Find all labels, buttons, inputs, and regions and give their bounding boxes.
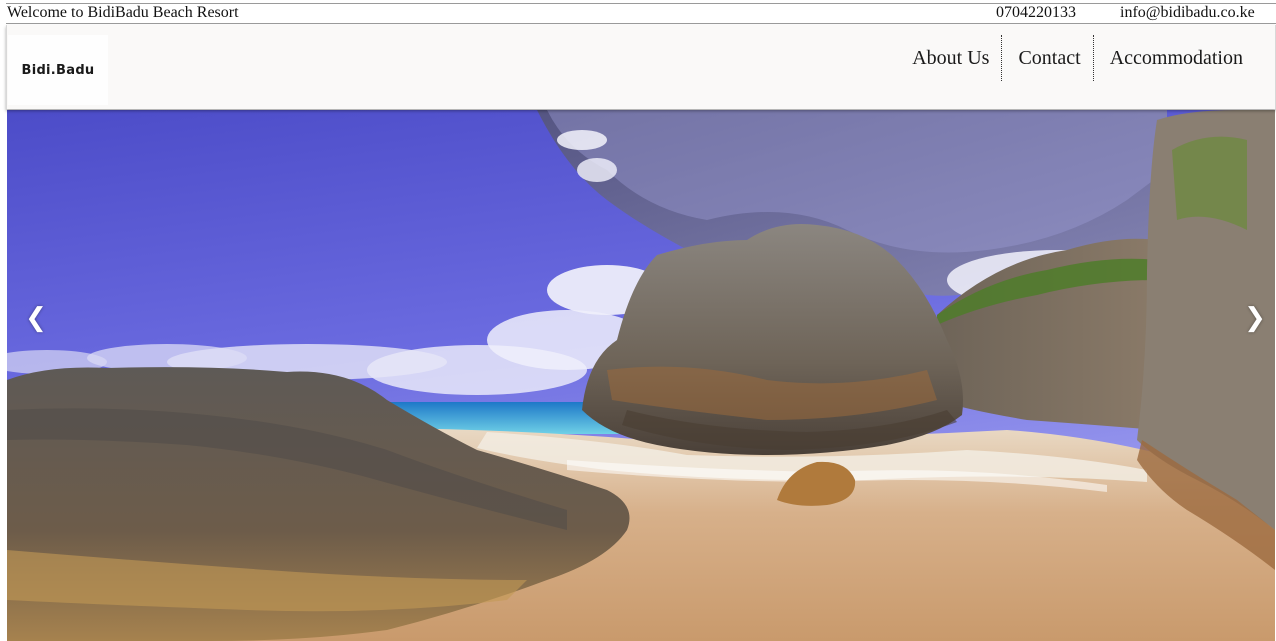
email-link[interactable]: info@bidibadu.co.ke bbox=[1120, 4, 1255, 22]
logo[interactable]: Bidi.Badu bbox=[8, 35, 108, 105]
slideshow-prev-button[interactable]: ❮ bbox=[16, 298, 56, 338]
slideshow-next-button[interactable]: ❯ bbox=[1235, 298, 1275, 338]
site-header: Bidi.Badu About Us Contact Accommodation bbox=[6, 25, 1276, 109]
main-nav: About Us Contact Accommodation bbox=[900, 35, 1255, 81]
page: Welcome to BidiBadu Beach Resort 0704220… bbox=[0, 0, 1276, 641]
nav-about-us[interactable]: About Us bbox=[900, 35, 1001, 81]
welcome-text: Welcome to BidiBadu Beach Resort bbox=[7, 4, 239, 21]
top-info-bar: Welcome to BidiBadu Beach Resort 0704220… bbox=[6, 3, 1276, 24]
nav-contact[interactable]: Contact bbox=[1001, 35, 1092, 81]
phone-number[interactable]: 0704220133 bbox=[996, 4, 1076, 22]
nav-accommodation[interactable]: Accommodation bbox=[1092, 35, 1255, 81]
logo-text: Bidi.Badu bbox=[21, 62, 95, 78]
beach-photo bbox=[7, 110, 1275, 641]
hero-slideshow: ❮ ❯ bbox=[7, 110, 1275, 641]
